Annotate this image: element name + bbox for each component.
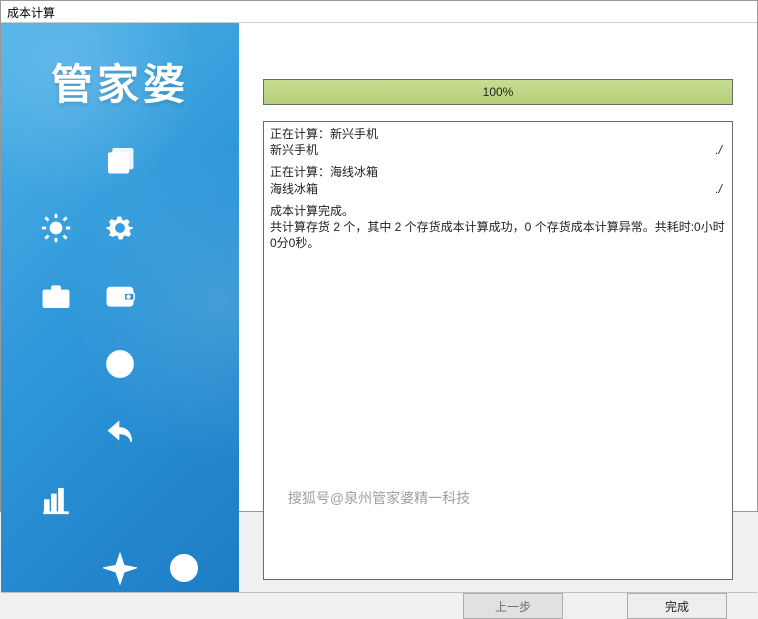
log-title: 正在计算：海线冰箱 bbox=[270, 164, 726, 180]
window-title: 成本计算 bbox=[1, 1, 757, 23]
bar-chart-icon bbox=[29, 476, 83, 524]
content-area: 管家婆 bbox=[1, 23, 757, 592]
brand-title: 管家婆 bbox=[1, 23, 239, 128]
blank-icon bbox=[93, 476, 147, 524]
log-done: 成本计算完成。 共计算存货 2 个，其中 2 个存货成本计算成功，0 个存货成本… bbox=[270, 203, 726, 252]
check-icon: ./ bbox=[715, 181, 726, 197]
footer-bar: 上一步 完成 bbox=[1, 592, 757, 619]
pie-chart-icon bbox=[157, 544, 211, 592]
app-window: 成本计算 管家婆 bbox=[0, 0, 758, 512]
blank-icon bbox=[157, 476, 211, 524]
done-summary: 共计算存货 2 个，其中 2 个存货成本计算成功，0 个存货成本计算异常。共耗时… bbox=[270, 219, 726, 251]
log-line: 新兴手机 bbox=[270, 142, 318, 158]
done-title: 成本计算完成。 bbox=[270, 203, 726, 219]
blank-icon bbox=[157, 272, 211, 320]
document-stack-icon bbox=[93, 136, 147, 184]
log-line: 海线冰箱 bbox=[270, 181, 318, 197]
log-title: 正在计算：新兴手机 bbox=[270, 126, 726, 142]
star-icon bbox=[93, 544, 147, 592]
wallet-icon bbox=[93, 272, 147, 320]
progress-label: 100% bbox=[264, 80, 732, 104]
globe-icon bbox=[93, 340, 147, 388]
blank-icon bbox=[29, 544, 83, 592]
check-icon: ./ bbox=[715, 142, 726, 158]
sidebar-icon-grid bbox=[1, 128, 239, 592]
finish-button[interactable]: 完成 bbox=[627, 593, 727, 619]
blank-icon bbox=[157, 204, 211, 252]
progress-bar: 100% bbox=[263, 79, 733, 105]
blank-icon bbox=[29, 408, 83, 456]
log-item: 正在计算：新兴手机 新兴手机 ./ bbox=[270, 126, 726, 158]
blank-icon bbox=[29, 340, 83, 388]
blank-icon bbox=[29, 136, 83, 184]
prev-button: 上一步 bbox=[463, 593, 563, 619]
blank-icon bbox=[157, 408, 211, 456]
blank-icon bbox=[157, 136, 211, 184]
briefcase-icon bbox=[29, 272, 83, 320]
log-item: 正在计算：海线冰箱 海线冰箱 ./ bbox=[270, 164, 726, 196]
main-panel: 100% 正在计算：新兴手机 新兴手机 ./ 正在计算：海线冰箱 海线冰箱 ./ bbox=[239, 23, 757, 592]
sidebar: 管家婆 bbox=[1, 23, 239, 592]
sun-icon bbox=[29, 204, 83, 252]
log-output: 正在计算：新兴手机 新兴手机 ./ 正在计算：海线冰箱 海线冰箱 ./ 成本计算… bbox=[263, 121, 733, 580]
undo-icon bbox=[93, 408, 147, 456]
gear-icon bbox=[93, 204, 147, 252]
blank-icon bbox=[157, 340, 211, 388]
